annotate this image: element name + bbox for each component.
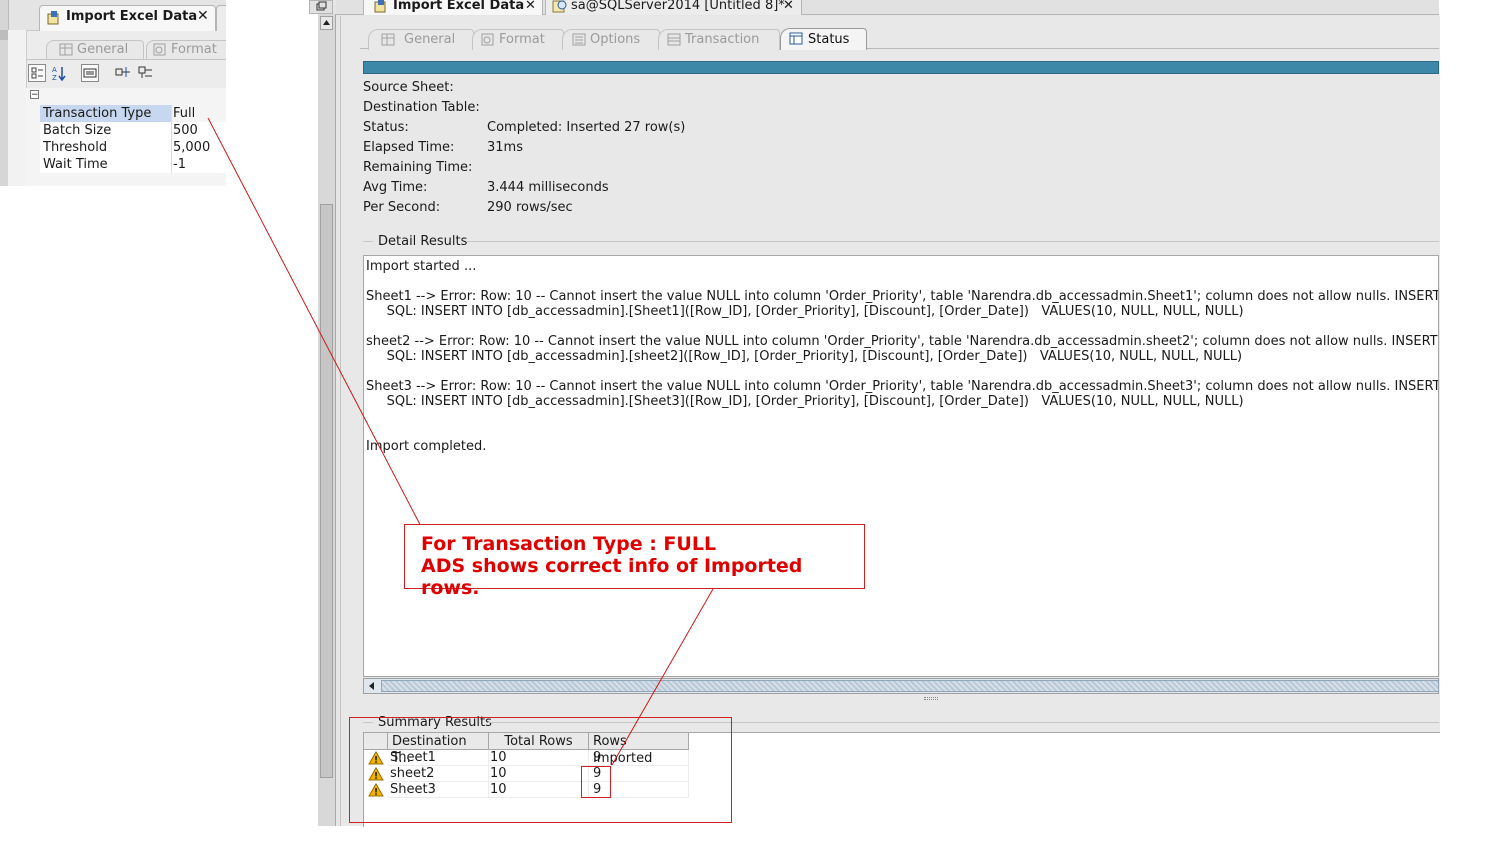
annotation-lines [207, 117, 714, 766]
annotation-highlight-imported [581, 766, 611, 798]
annotation-line-2: ADS shows correct info of Imported rows. [421, 555, 803, 599]
annotation-line-1: For Transaction Type : FULL [421, 533, 717, 555]
annotation-highlight-summary [349, 717, 732, 823]
annotation-line-top [207, 117, 427, 537]
annotation-callout-box: For Transaction Type : FULL ADS shows co… [404, 524, 865, 599]
